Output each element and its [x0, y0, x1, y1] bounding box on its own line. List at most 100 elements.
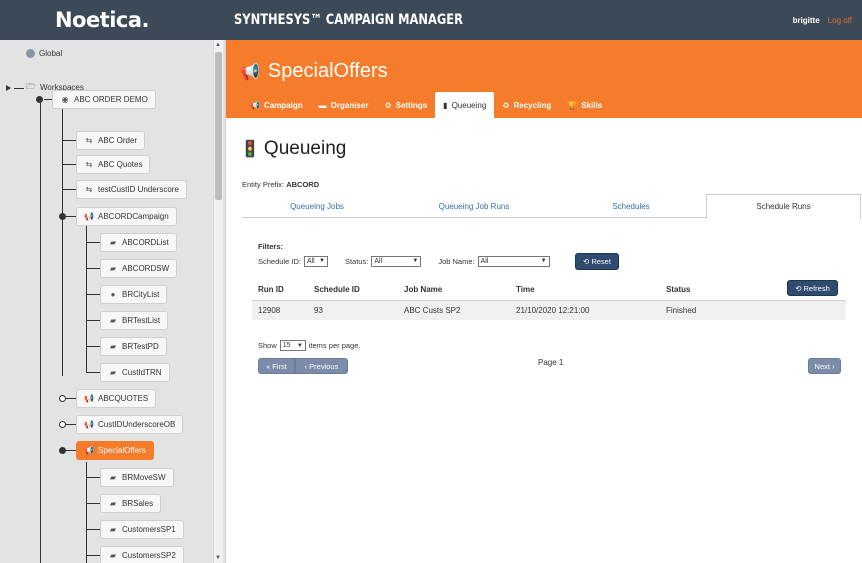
logo-area: Noetica.: [0, 0, 222, 40]
list-icon: ▰: [109, 473, 117, 482]
tree-node-list[interactable]: ▰ CustomersSP1: [100, 520, 184, 539]
list-icon: ▰: [109, 264, 117, 273]
expand-toggle[interactable]: [6, 85, 11, 91]
subtab-queueing-job-runs[interactable]: Queueing Job Runs: [392, 194, 556, 218]
column-header[interactable]: Job Name: [398, 280, 510, 301]
page-size-select[interactable]: 15 ▼: [279, 340, 306, 351]
tree-node-testcustid[interactable]: ⇆ testCustID Underscore: [76, 180, 187, 199]
scrollbar-thumb[interactable]: [215, 52, 222, 200]
subtab-schedule-runs[interactable]: Schedule Runs: [706, 194, 861, 219]
column-header[interactable]: Status: [660, 280, 846, 301]
tree-node-abc-order[interactable]: ⇆ ABC Order: [76, 131, 146, 150]
schedule-id-cell: 93: [308, 300, 398, 320]
page-title: 🚦 Queueing: [240, 138, 347, 159]
tree-node-list[interactable]: ▰ BRSales: [100, 494, 162, 513]
job-name-label: Job Name:: [438, 256, 475, 266]
campaign-tabs: 📢 Campaign ▬ Organiser ⚙ Settings ▮ Queu…: [242, 92, 610, 118]
subtab-schedules[interactable]: Schedules: [556, 194, 706, 218]
workspace-icon: ◉: [61, 95, 69, 104]
collapse-toggle[interactable]: [36, 96, 43, 103]
tree-node-abc-order-demo[interactable]: ◉ ABC ORDER DEMO: [52, 90, 156, 109]
chevron-down-icon: ▼: [319, 258, 325, 264]
run-id-cell: 12908: [252, 300, 308, 320]
megaphone-icon: 📢: [240, 63, 260, 81]
tab-organiser[interactable]: ▬ Organiser: [311, 92, 377, 118]
show-label: Show: [258, 341, 277, 350]
reset-button[interactable]: ⟲ Reset: [575, 253, 619, 270]
tab-campaign[interactable]: 📢 Campaign: [242, 92, 311, 118]
gear-icon: ⚙: [384, 100, 392, 110]
chevron-left-icon: ‹: [304, 361, 308, 371]
link-icon: ⇆: [85, 160, 93, 169]
table-header-row: Run ID Schedule ID Job Name Time Status: [252, 280, 846, 301]
page-indicator: Page 1: [538, 358, 564, 367]
next-page-button[interactable]: Next ›: [808, 358, 841, 374]
megaphone-icon: 📢: [84, 420, 94, 429]
tree-node-custid-underscore[interactable]: 📢 CustIDUnderscoreOB: [76, 415, 184, 434]
tree-node-list[interactable]: ▰ BRTestPD: [100, 337, 167, 356]
tree-node-global[interactable]: Global: [24, 44, 64, 63]
megaphone-icon: 📢: [84, 446, 94, 455]
campaign-title: 📢 SpecialOffers: [240, 60, 388, 82]
tree-node-abcord-campaign[interactable]: 📢 ABCORDCampaign: [76, 207, 177, 226]
schedule-id-select[interactable]: All ▼: [303, 255, 328, 267]
globe-icon: [26, 49, 35, 58]
queueing-subtabs: Queueing Jobs Queueing Job Runs Schedule…: [242, 194, 861, 219]
tab-skills[interactable]: 🏆 Skills: [559, 92, 610, 118]
chevron-down-icon: ▼: [296, 342, 303, 349]
subtab-queueing-jobs[interactable]: Queueing Jobs: [242, 194, 392, 218]
tree-node-list[interactable]: ● BRCityList: [100, 285, 168, 304]
filter-row: Schedule ID: All ▼ Status: All ▼ Job Nam…: [258, 254, 550, 268]
status-select[interactable]: All ▼: [371, 255, 422, 267]
recycle-icon: ♻: [502, 100, 510, 110]
workspace-tree: Global 🗁 Workspaces ◉ ABC ORDER DEMO ⇆ A…: [0, 40, 226, 563]
previous-page-button[interactable]: ‹ Previous: [295, 358, 348, 374]
noetica-logo: Noetica.: [54, 8, 150, 32]
collapse-toggle[interactable]: [59, 447, 66, 454]
tab-settings[interactable]: ⚙ Settings: [376, 92, 435, 118]
tree-node-list[interactable]: ▰ CustIdTRN: [100, 363, 170, 382]
job-name-select[interactable]: All ▼: [477, 255, 550, 267]
column-header[interactable]: Schedule ID: [308, 280, 398, 301]
list-icon: ▰: [109, 551, 117, 560]
sidebar-scrollbar[interactable]: ▲ ▼: [213, 40, 223, 563]
expand-toggle[interactable]: [59, 395, 66, 402]
tree-node-special-offers[interactable]: 📢 SpecialOffers: [76, 441, 154, 460]
chevron-down-icon: ▼: [412, 258, 419, 264]
filters-panel: Filters: Schedule ID: All ▼ Status: All …: [258, 242, 550, 268]
username: brigitte: [792, 15, 820, 25]
megaphone-icon: 📢: [250, 100, 260, 110]
first-page-button[interactable]: « First: [258, 358, 295, 374]
list-icon: ▰: [109, 368, 117, 377]
trophy-icon: 🏆: [567, 100, 578, 110]
time-cell: 21/10/2020 12:21:00: [510, 300, 660, 320]
tree-node-abc-quotes[interactable]: ⇆ ABC Quotes: [76, 155, 151, 174]
list-icon: ▰: [109, 342, 117, 351]
list-icon: ▰: [109, 525, 117, 534]
megaphone-icon: 📢: [84, 394, 94, 403]
expand-toggle[interactable]: [59, 421, 66, 428]
tree-node-list[interactable]: ▰ ABCORDSW: [100, 259, 178, 278]
tree-node-list[interactable]: ▰ ABCORDList: [100, 233, 177, 252]
tree-node-abcquotes[interactable]: 📢 ABCQUOTES: [76, 389, 157, 408]
collapse-toggle[interactable]: [59, 213, 66, 220]
tree-node-list[interactable]: ▰ BRMoveSW: [100, 468, 174, 487]
refresh-icon: ⟲: [583, 257, 590, 266]
tab-queueing[interactable]: ▮ Queueing: [435, 92, 495, 118]
job-name-cell: ABC Custs SP2: [398, 300, 510, 320]
scroll-up-arrow-icon[interactable]: ▲: [215, 42, 221, 48]
table-row[interactable]: 12908 93 ABC Custs SP2 21/10/2020 12:21:…: [252, 300, 846, 320]
tab-recycling[interactable]: ♻ Recycling: [494, 92, 559, 118]
tree-node-list[interactable]: ▰ CustomersSP2: [100, 546, 184, 563]
column-header[interactable]: Run ID: [252, 280, 308, 301]
logoff-link[interactable]: Log off: [828, 16, 852, 25]
per-page-label: items per page.: [308, 341, 361, 350]
chevron-down-icon: ▼: [540, 258, 547, 264]
column-header[interactable]: Time: [510, 280, 660, 301]
tree-node-list[interactable]: ▰ BRTestList: [100, 311, 169, 330]
app-window: Noetica. SYNTHESYS™ CAMPAIGN MANAGER bri…: [0, 0, 862, 563]
schedule-id-label: Schedule ID:: [258, 256, 301, 266]
status-label: Status:: [344, 256, 369, 266]
top-bar: SYNTHESYS™ CAMPAIGN MANAGER brigitte Log…: [222, 0, 862, 40]
scroll-down-arrow-icon[interactable]: ▼: [215, 555, 221, 561]
